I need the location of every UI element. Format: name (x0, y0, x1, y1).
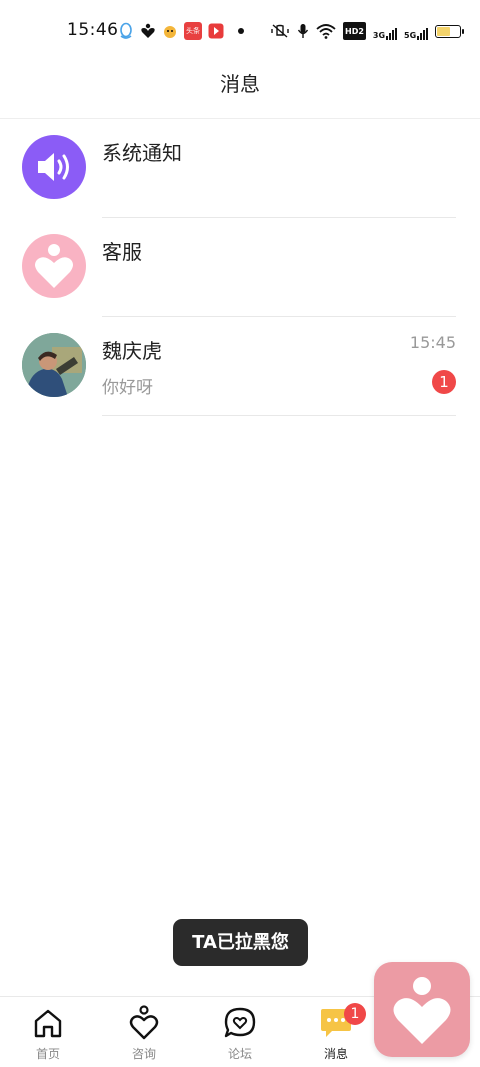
conversation-preview: 你好呀 (102, 378, 153, 398)
tab-label: 首页 (35, 1047, 60, 1061)
tab-messages[interactable]: 1 消息 (288, 997, 384, 1067)
conversation-system-notice[interactable]: 系统通知 (0, 119, 480, 218)
cat-app-icon (162, 22, 178, 40)
conversation-customer-service[interactable]: 客服 (0, 218, 480, 317)
microphone-icon (297, 22, 309, 40)
screen: 15:46 头条 HD2 3G 5G 消息 系统通知 客服 魏庆虎 15:45 … (0, 0, 480, 1067)
vibrate-mute-icon (270, 22, 290, 40)
heart-app-icon (140, 22, 156, 40)
tab-consult[interactable]: 咨询 (96, 997, 192, 1067)
conversation-name: 客服 (102, 240, 142, 264)
hd-voice-icon: HD2 (343, 22, 366, 40)
floating-app-button[interactable] (374, 962, 470, 1057)
tab-forum[interactable]: 论坛 (192, 997, 288, 1067)
more-notifications-dot (238, 28, 244, 34)
conversation-time: 15:45 (409, 333, 456, 352)
conversation-user[interactable]: 魏庆虎 15:45 你好呀 1 (0, 317, 480, 416)
heart-person-icon (35, 244, 73, 288)
qq-icon (118, 22, 134, 40)
heart-person-icon (393, 976, 451, 1044)
wifi-icon (316, 22, 336, 40)
conversation-name: 魏庆虎 (102, 339, 162, 363)
tab-label: 论坛 (227, 1047, 252, 1061)
status-time: 15:46 (67, 20, 119, 40)
tab-unread-badge: 1 (344, 1003, 366, 1025)
notification-icons: 头条 (118, 22, 252, 40)
home-icon (30, 1005, 66, 1041)
tab-home[interactable]: 首页 (0, 997, 96, 1067)
user-photo (22, 333, 86, 397)
page-title: 消息 (220, 72, 260, 96)
signal-sim2-icon: 5G (404, 22, 429, 40)
user-avatar (22, 333, 86, 397)
conversation-list: 系统通知 客服 魏庆虎 15:45 你好呀 1 (0, 119, 480, 416)
system-notice-avatar (22, 135, 86, 199)
tab-label: 消息 (323, 1047, 348, 1061)
video-app-icon (208, 22, 224, 40)
toast-message: TA已拉黑您 (173, 919, 308, 966)
customer-service-avatar (22, 234, 86, 298)
divider (102, 415, 456, 416)
battery-icon (435, 22, 465, 40)
speaker-icon (38, 153, 69, 181)
system-icons: HD2 3G 5G (270, 22, 465, 40)
heart-person-icon (126, 1005, 162, 1041)
header: 消息 (0, 64, 480, 119)
tab-label: 咨询 (131, 1047, 156, 1061)
toutiao-icon: 头条 (184, 22, 202, 40)
unread-badge: 1 (432, 370, 456, 394)
signal-sim1-icon: 3G (373, 22, 398, 40)
heart-chat-icon (222, 1005, 258, 1041)
conversation-name: 系统通知 (102, 141, 182, 165)
status-bar: 15:46 头条 HD2 3G 5G (0, 0, 480, 64)
